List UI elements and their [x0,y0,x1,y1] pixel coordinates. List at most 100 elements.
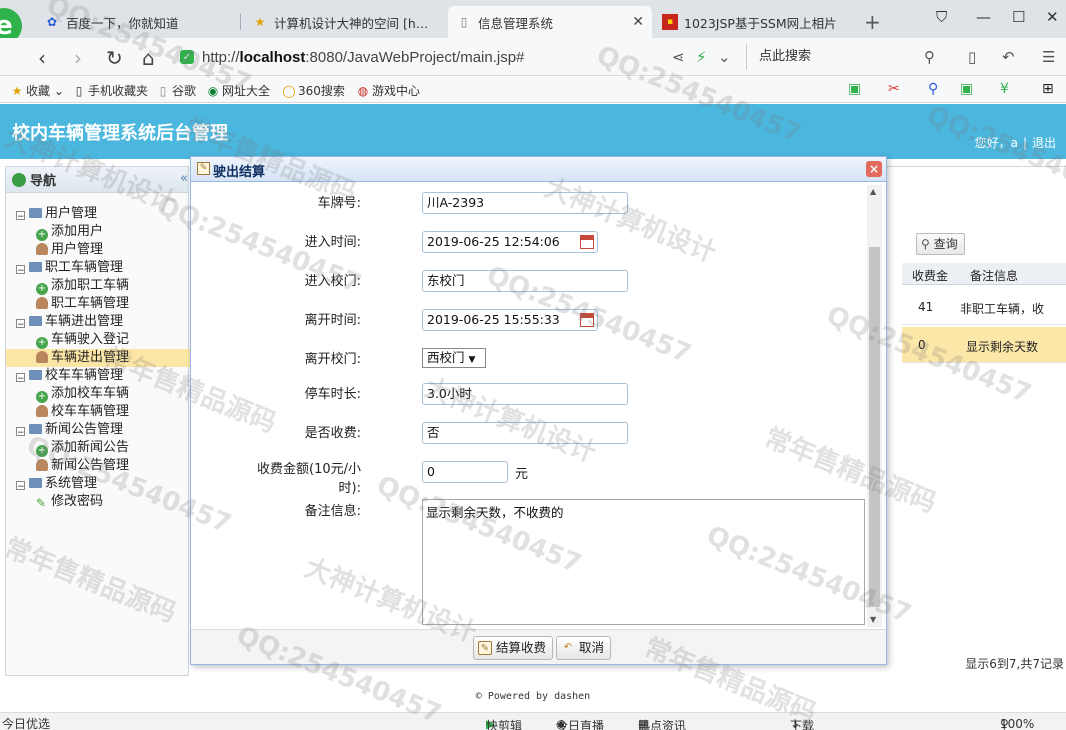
star-icon: ★ [11,84,23,98]
sidebar-group[interactable]: − 新闻公告管理 [6,421,188,439]
bookmark-360-search[interactable]: ◯ 360搜索 [282,82,345,99]
sidebar-item[interactable]: + 添加校车车辆 [6,385,188,403]
phone-icon[interactable]: ▯ [968,48,976,66]
table-row[interactable]: 0 显示剩余天数 [902,327,1066,363]
sidebar-group[interactable]: − 职工车辆管理 [6,259,188,277]
status-left[interactable]: 今日优选 [2,715,50,730]
sidebar-item[interactable]: 车辆进出管理 [6,349,190,367]
bookmarks-bar: ★ 收藏 ⌄ ▯ 手机收藏夹 ▯ 谷歌 ◉ 网址大全 ◯ 360搜索 ◍ 游戏中心 ▣ ✂ … [0,77,1066,103]
bookmark-google[interactable]: ▯ 谷歌 [156,82,196,99]
duration-input[interactable]: 3.0小时 [422,383,628,405]
add-icon: + [36,283,48,295]
collapse-toggle-icon[interactable]: − [16,481,25,492]
home-icon[interactable]: ⌂ [142,46,155,70]
new-tab-button[interactable]: + [864,10,881,34]
search-input[interactable]: 点此搜索 [746,44,946,70]
pager-info: 显示6到7,共7记录 [965,657,1064,671]
chevron-down-icon[interactable]: ⌄ [718,48,731,66]
reload-icon[interactable]: ↻ [106,46,123,70]
yen-icon[interactable]: ¥ [1000,81,1009,97]
sidebar-item[interactable]: + 添加用户 [6,223,188,241]
checkout-dialog: ✎ 驶出结算 × 车牌号: 川A-2393 进入时间: 2019-06-25 1… [190,156,887,665]
bookmark-site-directory[interactable]: ◉ 网址大全 [206,82,270,99]
collapse-toggle-icon[interactable]: − [16,211,25,222]
sidebar-item[interactable]: ✎ 修改密码 [6,493,188,511]
settle-button[interactable]: ✎ 结算收费 [473,636,554,660]
bookmark-game-center[interactable]: ◍ 游戏中心 [356,82,420,99]
tab-designer-space[interactable]: ★ 计算机设计大神的空间 [http [244,6,440,38]
powered-by-footer: © Powered by dashen [475,691,591,702]
cancel-button[interactable]: ↶ 取消 [556,636,612,660]
folder-icon [29,208,42,218]
add-icon: + [36,229,48,241]
tab-ssm-photo[interactable]: ▪ 1023JSP基于SSM网上相片 [654,6,850,38]
amount-input[interactable]: 0 [422,461,508,483]
game-icon: ◍ [357,84,369,98]
close-window-icon[interactable]: ✕ [1046,8,1059,26]
tab-baidu[interactable]: ✿ 百度一下，你就知道 [36,6,240,38]
in-time-input[interactable]: 2019-06-25 12:54:06 [422,231,598,253]
close-dialog-button[interactable]: × [866,161,882,177]
logout-link[interactable]: 退出 [1032,136,1056,150]
sidebar-item[interactable]: 用户管理 [6,241,188,259]
speed-icon[interactable]: ⚡ [696,48,707,66]
dropdown-arrow-icon: ▼ [468,355,476,365]
add-icon: + [36,337,48,349]
sidebar-item[interactable]: 校车车辆管理 [6,403,188,421]
remark-textarea[interactable]: 显示剩余天数，不收费的 [422,499,865,625]
forward-icon[interactable]: › [74,46,82,70]
table-row[interactable]: 41 非职工车辆，收 [902,289,1066,325]
sidebar-group[interactable]: − 用户管理 [6,205,188,223]
collapse-toggle-icon[interactable]: − [16,427,25,438]
menu-icon[interactable]: ☰ [1042,48,1055,66]
collapse-toggle-icon[interactable]: − [16,319,25,330]
maximize-icon[interactable]: ☐ [1012,8,1025,26]
dialog-title: 驶出结算 [213,165,266,180]
scroll-up-icon[interactable]: ▲ [870,187,876,196]
back-icon[interactable]: ‹ [38,46,46,70]
magnifier-icon[interactable]: ⚲ [928,81,938,97]
column-header-fee: 收费金 [912,269,949,283]
url-input[interactable]: ✓ http://localhost:8080/JavaWebProject/m… [180,44,740,70]
search-icon: ⚲ [921,237,934,251]
share-icon[interactable]: ⋖ [672,48,685,66]
calendar-icon[interactable] [580,235,594,249]
folder-icon [29,478,42,488]
sidebar-item[interactable]: + 添加新闻公告 [6,439,188,457]
calendar-icon[interactable] [580,313,594,327]
scissors-icon[interactable]: ✂ [888,81,900,97]
bookmark-favorites[interactable]: ★ 收藏 ⌄ [10,82,64,99]
sidebar-item[interactable]: 职工车辆管理 [6,295,188,313]
sidebar-item[interactable]: + 添加职工车辆 [6,277,188,295]
sidebar-group[interactable]: − 车辆进出管理 [6,313,188,331]
address-bar: ‹ › ↻ ⌂ ✓ http://localhost:8080/JavaWebP… [0,38,1066,76]
bookmark-mobile[interactable]: ▯ 手机收藏夹 [72,82,148,99]
plate-input[interactable]: 川A-2393 [422,192,628,214]
collapse-sidebar-icon[interactable]: « [180,171,188,186]
apps-grid-icon[interactable]: ⊞ [1042,81,1054,97]
translate-icon[interactable]: ▣ [848,81,861,97]
scroll-down-icon[interactable]: ▼ [870,615,876,624]
collapse-toggle-icon[interactable]: − [16,373,25,384]
minimize-icon[interactable]: — [976,8,991,26]
sidebar-item[interactable]: 新闻公告管理 [6,457,188,475]
scroll-thumb[interactable] [869,247,880,607]
close-tab-icon[interactable]: ✕ [632,14,644,30]
out-gate-select[interactable]: 西校门 ▼ [422,348,486,368]
skin-icon[interactable]: ⛉ [936,8,947,26]
collapse-toggle-icon[interactable]: − [16,265,25,276]
gamepad-icon[interactable]: ▣ [960,81,973,97]
page-icon: ▯ [159,84,167,98]
undo-icon[interactable]: ↶ [1002,48,1015,66]
query-button[interactable]: ⚲ 查询 [916,233,965,255]
sidebar-group[interactable]: − 系统管理 [6,475,188,493]
dialog-scrollbar[interactable]: ▲ ▼ [867,185,882,627]
tab-info-system[interactable]: ▯ 信息管理系统 ✕ [448,6,652,38]
sidebar-item[interactable]: + 车辆驶入登记 [6,331,188,349]
sidebar-group[interactable]: − 校车车辆管理 [6,367,188,385]
in-gate-input[interactable]: 东校门 [422,270,628,292]
out-time-input[interactable]: 2019-06-25 15:55:33 [422,309,598,331]
charged-input[interactable]: 否 [422,422,628,444]
user-greeting: 您好，a [974,136,1018,150]
search-icon[interactable]: ⚲ [924,48,935,66]
